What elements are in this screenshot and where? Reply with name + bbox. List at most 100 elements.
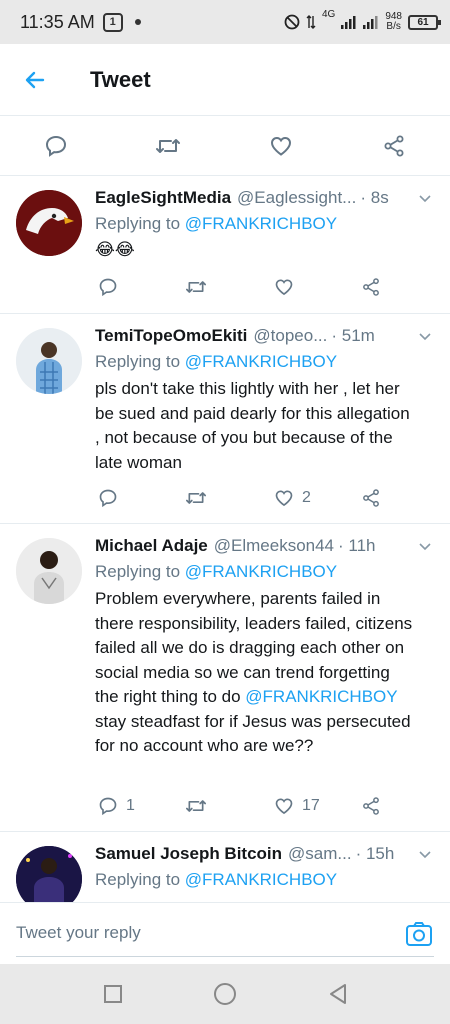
reply-button[interactable] — [98, 273, 126, 301]
avatar[interactable] — [16, 328, 82, 394]
notification-badge: 1 — [102, 12, 123, 32]
retweet-button[interactable] — [185, 273, 207, 301]
replying-mention-link[interactable]: @FRANKRICHBOY — [185, 352, 337, 371]
data-arrows-icon — [306, 15, 316, 29]
reply-tweet[interactable]: EagleSightMedia @Eaglessight... · 8s Rep… — [0, 176, 450, 314]
system-navigation-bar — [0, 964, 450, 1024]
share-button[interactable] — [361, 273, 381, 301]
reply-icon — [99, 797, 117, 816]
tweet-text: pls don't take this lightly with her , l… — [95, 379, 410, 472]
replying-prefix: Replying to — [95, 562, 185, 581]
reply-icon — [99, 489, 117, 508]
reply-tweet[interactable]: Samuel Joseph Bitcoin @sam... · 15h Repl… — [0, 832, 450, 902]
chevron-down-icon[interactable] — [418, 330, 432, 344]
like-button[interactable]: 2 — [274, 484, 311, 512]
tweet-mention-link[interactable]: @FRANKRICHBOY — [245, 687, 397, 706]
network-speed-unit: B/s — [386, 21, 401, 32]
home-circle-icon — [214, 983, 236, 1005]
like-count: 17 — [302, 797, 320, 814]
replying-to: Replying to @FRANKRICHBOY — [95, 352, 337, 372]
tweet-time: · 15h — [355, 844, 395, 863]
retweet-button[interactable] — [185, 792, 207, 820]
home-button[interactable] — [213, 982, 237, 1006]
avatar[interactable] — [16, 846, 82, 902]
main-reply-button[interactable] — [42, 132, 70, 160]
reply-tweet[interactable]: TemiTopeOmoEkiti @topeo... · 51m Replyin… — [0, 314, 450, 524]
retweet-icon — [185, 492, 206, 504]
replying-prefix: Replying to — [95, 870, 185, 889]
status-time: 11:35 AM — [20, 11, 95, 32]
avatar[interactable] — [16, 538, 82, 604]
author-handle: @Elmeekson44 — [213, 536, 335, 555]
replying-to: Replying to @FRANKRICHBOY — [95, 870, 337, 890]
back-triangle-icon — [330, 984, 346, 1004]
reply-actions: 2 — [0, 484, 450, 512]
reply-button[interactable] — [98, 484, 126, 512]
reply-icon — [99, 278, 117, 297]
reply-composer: Tweet your reply — [0, 902, 450, 964]
do-not-disturb-icon — [284, 14, 300, 30]
share-icon — [363, 489, 379, 507]
share-icon — [384, 135, 404, 157]
main-retweet-button[interactable] — [154, 132, 182, 160]
author-name[interactable]: Samuel Joseph Bitcoin — [95, 844, 282, 864]
avatar[interactable] — [16, 190, 82, 256]
notification-dot-icon — [134, 19, 141, 25]
reply-header: EagleSightMedia @Eaglessight... · 8s — [95, 188, 410, 208]
share-icon — [363, 278, 379, 296]
chevron-down-icon[interactable] — [418, 192, 432, 206]
like-button[interactable]: 17 — [274, 792, 320, 820]
tweet-text-end: stay steadfast for if Jesus was persecut… — [95, 711, 411, 756]
author-handle: @sam... — [288, 844, 352, 863]
main-like-button[interactable] — [267, 132, 295, 160]
chevron-down-icon[interactable] — [418, 848, 432, 862]
author-name[interactable]: Michael Adaje — [95, 536, 208, 556]
like-button[interactable] — [274, 273, 302, 301]
main-share-button[interactable] — [380, 132, 408, 160]
like-icon — [275, 490, 293, 507]
status-bar: 11:35 AM 1 4G 948 B/s 61 — [0, 0, 450, 44]
author-handle: @topeo... — [253, 326, 328, 345]
author-name[interactable]: EagleSightMedia — [95, 188, 231, 208]
retweet-button[interactable] — [185, 484, 207, 512]
battery-icon: 61 — [408, 14, 441, 30]
share-icon — [363, 797, 379, 815]
status-indicators: 4G 948 B/s 61 — [284, 9, 441, 32]
replying-to: Replying to @FRANKRICHBOY — [95, 214, 337, 234]
reply-header: Michael Adaje @Elmeekson44 · 11h — [95, 536, 410, 556]
person-avatar-image — [16, 538, 82, 604]
reply-tweet[interactable]: Michael Adaje @Elmeekson44 · 11h Replyin… — [0, 524, 450, 832]
replying-mention-link[interactable]: @FRANKRICHBOY — [185, 562, 337, 581]
share-button[interactable] — [361, 484, 381, 512]
system-back-button[interactable] — [326, 982, 350, 1006]
retweet-icon — [185, 281, 206, 293]
reply-button[interactable]: 1 — [98, 792, 135, 820]
replying-to: Replying to @FRANKRICHBOY — [95, 562, 337, 582]
page-title: Tweet — [90, 66, 151, 92]
replying-prefix: Replying to — [95, 352, 185, 371]
author-name[interactable]: TemiTopeOmoEkiti — [95, 326, 247, 346]
eagle-avatar-image — [16, 190, 82, 256]
camera-icon[interactable] — [404, 919, 434, 949]
tweet-time: · 11h — [338, 536, 376, 555]
replying-mention-link[interactable]: @FRANKRICHBOY — [185, 214, 337, 233]
reply-input[interactable]: Tweet your reply — [16, 923, 141, 943]
tweet-time: · 8s — [360, 188, 389, 207]
back-button[interactable] — [0, 44, 70, 116]
reply-header: Samuel Joseph Bitcoin @sam... · 15h — [95, 844, 410, 864]
recents-button[interactable] — [101, 982, 125, 1006]
app-header: Tweet — [0, 44, 450, 116]
reply-actions: 1 17 — [0, 792, 450, 820]
share-button[interactable] — [361, 792, 381, 820]
reply-count: 1 — [126, 797, 135, 814]
reply-header: TemiTopeOmoEkiti @topeo... · 51m — [95, 326, 410, 346]
network-type: 4G — [321, 9, 336, 20]
signal-strength-2-icon — [363, 16, 378, 29]
tweet-time: · 51m — [331, 326, 375, 345]
main-tweet-actions — [0, 116, 450, 176]
signal-strength-1-icon — [341, 16, 356, 29]
replying-mention-link[interactable]: @FRANKRICHBOY — [185, 870, 337, 889]
chevron-down-icon[interactable] — [418, 540, 432, 554]
retweet-icon — [185, 800, 206, 812]
replying-prefix: Replying to — [95, 214, 185, 233]
